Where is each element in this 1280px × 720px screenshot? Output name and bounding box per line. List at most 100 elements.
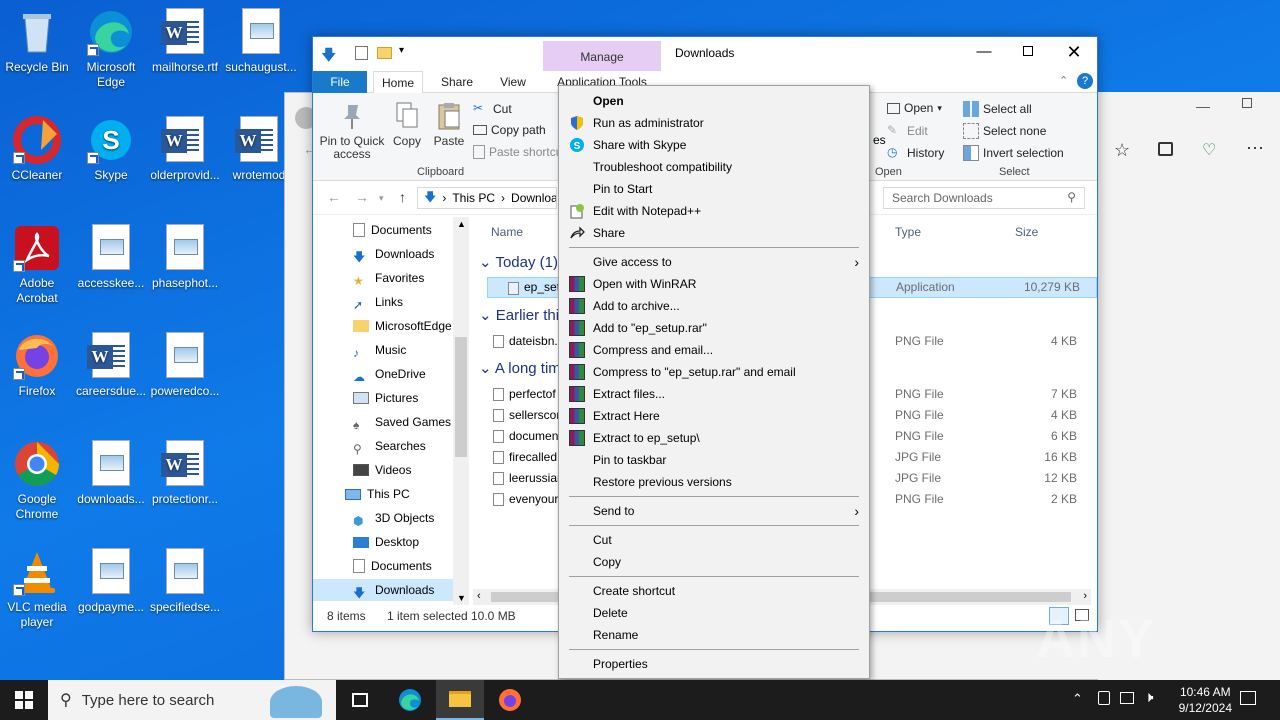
desktop-icon-google-chrome[interactable]: Google Chrome — [0, 440, 74, 522]
menu-item-extract-to-folder[interactable]: Extract to ep_setup\ — [561, 427, 867, 449]
column-header-size[interactable]: Size — [1015, 225, 1038, 239]
desktop-icon-phasephot[interactable]: phasephot... — [148, 224, 222, 291]
nav-item-microsoftedge[interactable]: MicrosoftEdge — [353, 315, 452, 337]
menu-item-pin-to-start[interactable]: Pin to Start — [561, 178, 867, 200]
menu-item-send-to[interactable]: Send to › — [561, 500, 867, 522]
network-icon[interactable] — [1098, 691, 1110, 705]
paste-shortcut-button[interactable]: Paste shortcut — [473, 145, 566, 159]
menu-item-delete[interactable]: Delete — [561, 602, 867, 624]
taskbar-firefox[interactable] — [486, 680, 534, 720]
close-button[interactable]: ✕ — [1051, 37, 1097, 67]
scroll-thumb[interactable] — [455, 337, 467, 457]
recent-locations-icon[interactable]: ▾ — [379, 193, 384, 204]
column-header-name[interactable]: Name — [491, 225, 523, 239]
title-bar[interactable]: 🡇 ▾ Manage Downloads — ✕ — [313, 37, 1097, 71]
quick-access-download-icon[interactable]: 🡇 — [321, 45, 336, 70]
minimize-button[interactable]: — — [961, 37, 1007, 67]
menu-item-troubleshoot-compatibility[interactable]: Troubleshoot compatibility — [561, 156, 867, 178]
menu-item-edit-with-notepad[interactable]: Edit with Notepad++ — [561, 200, 867, 222]
copy-button[interactable]: Copy — [389, 101, 425, 148]
nav-item-onedrive[interactable]: ☁ OneDrive — [353, 363, 426, 385]
pin-quick-access-button[interactable]: Pin to Quick access — [319, 101, 385, 161]
show-hidden-icons-icon[interactable]: ⌃ — [1072, 691, 1083, 707]
nav-scrollbar[interactable]: ▲ ▼ — [453, 217, 469, 605]
nav-item-this-pc[interactable]: This PC — [345, 483, 410, 505]
menu-item-open[interactable]: Open — [561, 90, 867, 112]
history-button[interactable]: ◷ History — [887, 145, 944, 161]
up-icon[interactable]: ↑ — [399, 189, 406, 205]
menu-item-compress-to-rar-and-email[interactable]: Compress to "ep_setup.rar" and email — [561, 361, 867, 383]
paste-button[interactable]: Paste — [431, 101, 467, 148]
tab-home[interactable]: Home — [373, 71, 423, 93]
maximize-icon[interactable] — [1242, 98, 1252, 108]
collections-icon[interactable] — [1158, 142, 1173, 156]
group-header-earlier[interactable]: ⌄ Earlier thi — [479, 306, 559, 324]
tab-file[interactable]: File — [313, 71, 367, 93]
scroll-left-icon[interactable]: ‹ — [477, 590, 481, 602]
menu-item-add-to-archive[interactable]: Add to archive... — [561, 295, 867, 317]
quick-access-dropdown-icon[interactable]: ▾ — [399, 45, 404, 56]
desktop-icon-edge[interactable]: Microsoft Edge — [74, 8, 148, 90]
desktop-icon-specifiedse[interactable]: specifiedse... — [148, 548, 222, 615]
tab-share[interactable]: Share — [433, 71, 481, 93]
menu-item-run-as-administrator[interactable]: Run as administrator — [561, 112, 867, 134]
search-input[interactable]: Search Downloads ⚲ — [883, 187, 1085, 209]
more-options-icon[interactable]: ⋯ — [1246, 138, 1264, 159]
menu-item-properties[interactable]: Properties — [561, 653, 867, 675]
maximize-button[interactable] — [1005, 37, 1051, 67]
desktop-icon-recycle-bin[interactable]: Recycle Bin — [0, 8, 74, 75]
favorites-star-icon[interactable]: ☆ — [1114, 140, 1130, 161]
menu-item-extract-files[interactable]: Extract files... — [561, 383, 867, 405]
copy-path-button[interactable]: Copy path — [473, 123, 546, 137]
nav-item-saved-games[interactable]: ♠ Saved Games — [353, 411, 451, 433]
notifications-icon[interactable] — [1240, 691, 1256, 705]
desktop-icon-suchaugust[interactable]: suchaugust... — [224, 8, 298, 75]
scroll-up-icon[interactable]: ▲ — [457, 219, 466, 229]
cut-button[interactable]: ✂ Cut — [473, 101, 512, 117]
desktop-icon-mailhorse[interactable]: W mailhorse.rtf — [148, 8, 222, 75]
desktop-icon-skype[interactable]: S Skype — [74, 116, 148, 183]
breadcrumb-downloads[interactable]: Downloads — [511, 191, 556, 205]
desktop-icon-accesskee[interactable]: accesskee... — [74, 224, 148, 291]
taskbar-file-explorer[interactable] — [436, 680, 484, 720]
desktop-icon-vlc[interactable]: VLC media player — [0, 548, 74, 630]
nav-item-downloads-pc[interactable]: 🡇 Downloads — [313, 579, 453, 601]
nav-item-links[interactable]: ➚ Links — [353, 291, 403, 313]
desktop-icon-adobe-acrobat[interactable]: Adobe Acrobat — [0, 224, 74, 306]
taskbar-search-input[interactable]: ⚲ Type here to search — [48, 680, 336, 720]
menu-item-share[interactable]: Share — [561, 222, 867, 244]
desktop-icon-careersdue[interactable]: W careersdue... — [74, 332, 148, 399]
menu-item-extract-here[interactable]: Extract Here — [561, 405, 867, 427]
taskbar-edge[interactable] — [386, 680, 434, 720]
menu-item-create-shortcut[interactable]: Create shortcut — [561, 580, 867, 602]
desktop-icon-ccleaner[interactable]: CCleaner — [0, 116, 74, 183]
nav-item-3d-objects[interactable]: ⬢ 3D Objects — [353, 507, 434, 529]
desktop-icon-protectionr[interactable]: W protectionr... — [148, 440, 222, 507]
select-none-button[interactable]: Select none — [963, 123, 1046, 139]
forward-icon[interactable]: → — [355, 189, 369, 205]
menu-item-copy[interactable]: Copy — [561, 551, 867, 573]
nav-item-documents-pc[interactable]: Documents — [353, 555, 432, 577]
manage-tab[interactable]: Manage — [543, 41, 661, 71]
start-button[interactable] — [0, 680, 48, 720]
collapse-ribbon-icon[interactable]: ⌃ — [1059, 74, 1068, 87]
breadcrumb-this-pc[interactable]: This PC — [452, 191, 495, 205]
properties-icon[interactable] — [355, 46, 368, 60]
volume-icon[interactable]: 🕨 — [1144, 689, 1153, 706]
scroll-right-icon[interactable]: › — [1083, 590, 1087, 602]
system-clock[interactable]: 10:46 AM 9/12/2024 — [1179, 684, 1232, 716]
nav-item-documents[interactable]: Documents — [353, 219, 432, 241]
desktop-icon-poweredco[interactable]: poweredco... — [148, 332, 222, 399]
edit-button[interactable]: ✎ Edit — [887, 123, 928, 139]
nav-item-pictures[interactable]: Pictures — [353, 387, 418, 409]
menu-item-rename[interactable]: Rename — [561, 624, 867, 646]
desktop-icon-firefox[interactable]: Firefox — [0, 332, 74, 399]
task-view-button[interactable] — [336, 680, 384, 720]
nav-item-favorites[interactable]: ★ Favorites — [353, 267, 424, 289]
tab-view[interactable]: View — [489, 71, 537, 93]
desktop-icon-downloads[interactable]: downloads... — [74, 440, 148, 507]
menu-item-restore-previous-versions[interactable]: Restore previous versions — [561, 471, 867, 493]
nav-item-searches[interactable]: ⚲ Searches — [353, 435, 426, 457]
open-button[interactable]: Open ▾ — [887, 101, 942, 115]
desktop-icon-olderprovid[interactable]: W olderprovid... — [148, 116, 222, 183]
